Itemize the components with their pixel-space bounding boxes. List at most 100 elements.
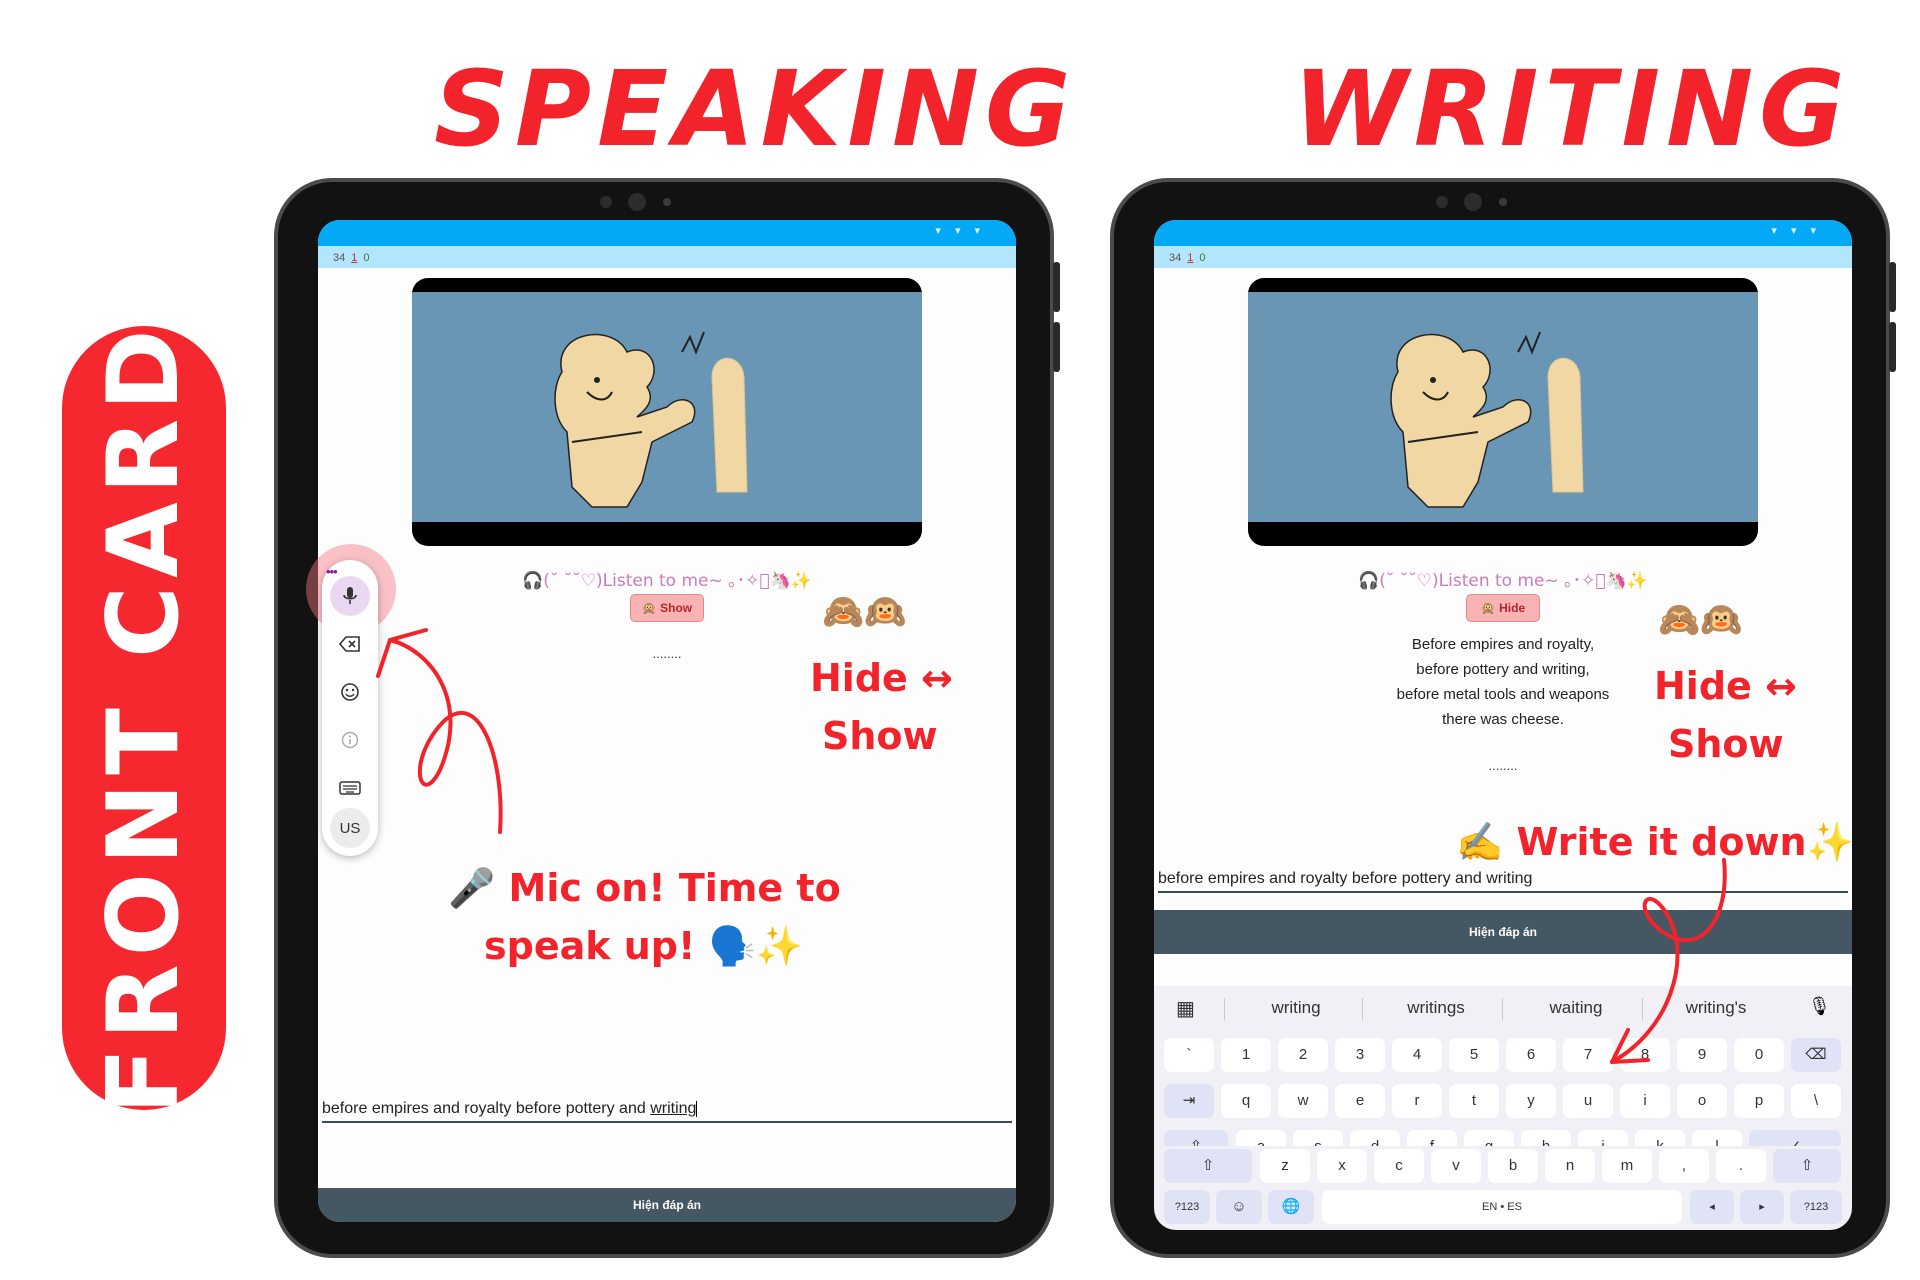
review-counter: 34 1 0 bbox=[1154, 246, 1852, 268]
show-answer-toggle[interactable]: 🙊 Show bbox=[630, 594, 704, 622]
answer-input[interactable]: before empires and royalty before potter… bbox=[322, 1100, 1012, 1123]
key[interactable]: t bbox=[1449, 1084, 1499, 1118]
suggestion-item[interactable]: writings bbox=[1376, 998, 1496, 1018]
key[interactable]: r bbox=[1392, 1084, 1442, 1118]
sensor-icon bbox=[1499, 198, 1507, 206]
key[interactable]: 2 bbox=[1278, 1038, 1328, 1072]
key[interactable]: i bbox=[1620, 1084, 1670, 1118]
key[interactable]: 3 bbox=[1335, 1038, 1385, 1072]
emoji-key[interactable]: ☺ bbox=[1216, 1190, 1262, 1224]
key[interactable]: 0 bbox=[1734, 1038, 1784, 1072]
listen-caption: 🎧(˘ ˘˘♡)Listen to me~ ｡･✧ﾟ🦄✨ bbox=[522, 571, 812, 591]
status-icons: ▾▾▾ bbox=[935, 225, 994, 237]
sensor-icon bbox=[663, 198, 671, 206]
globe-key[interactable]: 🌐 bbox=[1268, 1190, 1314, 1224]
annotation-mic-on: 🎤 Mic on! Time to bbox=[448, 866, 841, 910]
key[interactable]: 9 bbox=[1677, 1038, 1727, 1072]
camera-icon bbox=[628, 193, 646, 211]
cursor-left-key[interactable]: ◂ bbox=[1690, 1190, 1734, 1224]
annotation-hide-show: Hide ↔ bbox=[810, 656, 953, 700]
key[interactable]: w bbox=[1278, 1084, 1328, 1118]
counter-total: 34 bbox=[333, 252, 346, 264]
tab-key[interactable]: ⇥ bbox=[1164, 1084, 1214, 1118]
cursor-right-key[interactable]: ▸ bbox=[1740, 1190, 1784, 1224]
suggestion-item[interactable]: writing bbox=[1236, 998, 1356, 1018]
camera-icon bbox=[600, 196, 612, 208]
status-bar: ▾▾▾ bbox=[1154, 220, 1852, 246]
key[interactable]: \ bbox=[1791, 1084, 1841, 1118]
key[interactable]: 7 bbox=[1563, 1038, 1613, 1072]
symbols-key[interactable]: ?123 bbox=[1164, 1190, 1210, 1224]
suggestion-strip: ▦ writing writings waiting writing's 🎙 bbox=[1154, 986, 1852, 1030]
key[interactable]: u bbox=[1563, 1084, 1613, 1118]
listen-caption: 🎧(˘ ˘˘♡)Listen to me~ ｡･✧ﾟ🦄✨ bbox=[1358, 571, 1648, 591]
keyboard-mic-icon[interactable]: 🎙 bbox=[1808, 996, 1831, 1017]
key[interactable]: o bbox=[1677, 1084, 1727, 1118]
key[interactable]: . bbox=[1716, 1149, 1766, 1183]
key[interactable]: m bbox=[1602, 1149, 1652, 1183]
review-counter: 34 1 0 bbox=[318, 246, 1016, 268]
keyboard-icon[interactable] bbox=[330, 768, 370, 808]
hide-answer-toggle[interactable]: 🙊 Hide bbox=[1466, 594, 1540, 622]
reveal-answer-button[interactable]: Hiện đáp án bbox=[318, 1188, 1016, 1222]
key[interactable]: q bbox=[1221, 1084, 1271, 1118]
divider bbox=[1224, 998, 1225, 1020]
backspace-icon[interactable] bbox=[330, 624, 370, 664]
symbols-key[interactable]: ?123 bbox=[1790, 1190, 1842, 1224]
key[interactable]: p bbox=[1734, 1084, 1784, 1118]
annotation-write-it-down: ✍️ Write it down✨ bbox=[1456, 820, 1854, 864]
video-player[interactable] bbox=[412, 278, 922, 546]
video-frame bbox=[412, 292, 922, 522]
key[interactable]: 8 bbox=[1620, 1038, 1670, 1072]
video-player[interactable] bbox=[1248, 278, 1758, 546]
writing-title: WRITING bbox=[1293, 48, 1851, 170]
typed-text: before empires and royalty before potter… bbox=[1158, 870, 1533, 887]
info-icon[interactable] bbox=[330, 720, 370, 760]
key[interactable]: 1 bbox=[1221, 1038, 1271, 1072]
status-bar: ▾▾▾ bbox=[318, 220, 1016, 246]
answer-line: Before empires and royalty, bbox=[1411, 636, 1595, 653]
key[interactable]: 5 bbox=[1449, 1038, 1499, 1072]
counter-green: 0 bbox=[1199, 252, 1206, 264]
mic-icon[interactable] bbox=[330, 576, 370, 616]
suggestion-item[interactable]: waiting bbox=[1516, 998, 1636, 1018]
key[interactable]: 6 bbox=[1506, 1038, 1556, 1072]
power-button bbox=[1889, 322, 1896, 372]
divider bbox=[1502, 998, 1503, 1020]
more-options-icon[interactable]: ••• bbox=[326, 564, 338, 579]
counter-red: 1 bbox=[1187, 252, 1194, 264]
key[interactable]: c bbox=[1374, 1149, 1424, 1183]
front-card-label: FRONT CARD bbox=[87, 321, 201, 1115]
emoji-icon[interactable] bbox=[330, 672, 370, 712]
key[interactable]: z bbox=[1260, 1149, 1310, 1183]
key[interactable]: x bbox=[1317, 1149, 1367, 1183]
suggestion-item[interactable]: writing's bbox=[1656, 998, 1776, 1018]
shift-key[interactable]: ⇧ bbox=[1164, 1149, 1252, 1183]
space-bar[interactable]: EN • ES bbox=[1322, 1190, 1682, 1224]
front-card-badge: FRONT CARD bbox=[62, 321, 226, 1115]
camera-icon bbox=[1436, 196, 1448, 208]
typed-composing-word: writing bbox=[650, 1100, 697, 1117]
speaking-title: SPEAKING bbox=[434, 48, 1077, 170]
reveal-answer-button[interactable]: Hiện đáp án bbox=[1154, 910, 1852, 954]
key[interactable]: , bbox=[1659, 1149, 1709, 1183]
key[interactable]: n bbox=[1545, 1149, 1595, 1183]
answer-input[interactable]: before empires and royalty before potter… bbox=[1158, 870, 1848, 893]
key[interactable]: y bbox=[1506, 1084, 1556, 1118]
key[interactable]: b bbox=[1488, 1149, 1538, 1183]
key[interactable]: v bbox=[1431, 1149, 1481, 1183]
apps-grid-icon[interactable]: ▦ bbox=[1176, 996, 1195, 1021]
divider bbox=[1642, 998, 1643, 1020]
tablet-screen: ▾▾▾ 34 1 0 🎧(˘ ˘˘♡)Listen to me~ ｡･✧ﾟ🦄✨ 🙊 … bbox=[1154, 220, 1852, 1222]
keyboard-row-numbers: ` 1 2 3 4 5 6 7 8 9 0 ⌫ bbox=[1164, 1038, 1842, 1072]
key[interactable]: e bbox=[1335, 1084, 1385, 1118]
cheese-man-illustration bbox=[554, 331, 748, 508]
language-button[interactable]: US bbox=[330, 808, 370, 848]
counter-red: 1 bbox=[351, 252, 358, 264]
shift-key[interactable]: ⇧ bbox=[1773, 1149, 1841, 1183]
backspace-key[interactable]: ⌫ bbox=[1791, 1038, 1841, 1072]
key[interactable]: ` bbox=[1164, 1038, 1214, 1072]
power-button bbox=[1053, 322, 1060, 372]
annotation-speak-up: speak up! 🗣️✨ bbox=[484, 924, 804, 968]
key[interactable]: 4 bbox=[1392, 1038, 1442, 1072]
